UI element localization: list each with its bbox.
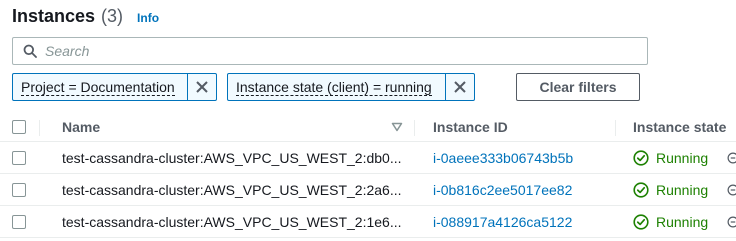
instance-state: Running bbox=[633, 174, 736, 205]
state-text: Running bbox=[656, 213, 709, 230]
select-all-checkbox[interactable] bbox=[12, 120, 26, 134]
table-header-row: Name Instance ID Instance state bbox=[0, 113, 736, 142]
info-link[interactable]: Info bbox=[137, 11, 159, 25]
column-divider bbox=[414, 120, 415, 136]
instance-id-link[interactable]: i-0aeee333b06743b5b bbox=[433, 150, 573, 166]
search-input[interactable] bbox=[45, 43, 625, 59]
instance-count: (3) bbox=[101, 6, 124, 26]
table-row[interactable]: test-cassandra-cluster:AWS_VPC_US_WEST_2… bbox=[0, 206, 736, 238]
search-icon bbox=[23, 44, 37, 58]
close-icon bbox=[454, 81, 466, 93]
instance-state: Running bbox=[633, 142, 736, 173]
row-checkbox[interactable] bbox=[12, 214, 26, 229]
filter-token-label[interactable]: Instance state (client) = running bbox=[236, 79, 432, 96]
instance-id-link[interactable]: i-088917a4126ca5122 bbox=[433, 214, 572, 230]
table-row[interactable]: test-cassandra-cluster:AWS_VPC_US_WEST_2… bbox=[0, 174, 736, 206]
check-circle-icon bbox=[633, 213, 649, 230]
instances-header: Instances (3) Info bbox=[12, 6, 159, 30]
remove-filter-button[interactable] bbox=[188, 74, 216, 100]
column-header-name[interactable]: Name bbox=[62, 113, 412, 141]
row-checkbox[interactable] bbox=[12, 150, 26, 165]
table-row[interactable]: test-cassandra-cluster:AWS_VPC_US_WEST_2… bbox=[0, 142, 736, 174]
instances-table: Name Instance ID Instance state test-cas… bbox=[0, 113, 736, 238]
instance-name: test-cassandra-cluster:AWS_VPC_US_WEST_2… bbox=[62, 149, 402, 166]
zoom-icon[interactable] bbox=[727, 150, 736, 166]
clear-filters-button[interactable]: Clear filters bbox=[516, 73, 640, 101]
sort-down-icon[interactable] bbox=[391, 122, 403, 132]
filter-token-instance-state: Instance state (client) = running bbox=[227, 73, 475, 101]
zoom-icon[interactable] bbox=[727, 214, 736, 230]
zoom-icon[interactable] bbox=[727, 182, 736, 198]
row-checkbox[interactable] bbox=[12, 182, 26, 197]
column-header-instance-id[interactable]: Instance ID bbox=[433, 113, 623, 141]
filter-token-project: Project = Documentation bbox=[12, 73, 217, 101]
column-header-instance-state[interactable]: Instance state bbox=[633, 113, 736, 141]
instance-id-link[interactable]: i-0b816c2ee5017ee82 bbox=[433, 182, 572, 198]
remove-filter-button[interactable] bbox=[446, 74, 474, 100]
page-title: Instances bbox=[12, 6, 96, 26]
check-circle-icon bbox=[633, 181, 649, 198]
instance-name: test-cassandra-cluster:AWS_VPC_US_WEST_2… bbox=[62, 213, 402, 230]
column-divider bbox=[39, 120, 40, 136]
state-text: Running bbox=[656, 149, 709, 166]
state-text: Running bbox=[656, 181, 709, 198]
check-circle-icon bbox=[633, 149, 649, 166]
instance-name: test-cassandra-cluster:AWS_VPC_US_WEST_2… bbox=[62, 181, 402, 198]
close-icon bbox=[196, 81, 208, 93]
filter-token-label[interactable]: Project = Documentation bbox=[21, 79, 175, 96]
search-box[interactable] bbox=[12, 37, 648, 65]
column-divider bbox=[615, 120, 616, 136]
instance-state: Running bbox=[633, 206, 736, 237]
